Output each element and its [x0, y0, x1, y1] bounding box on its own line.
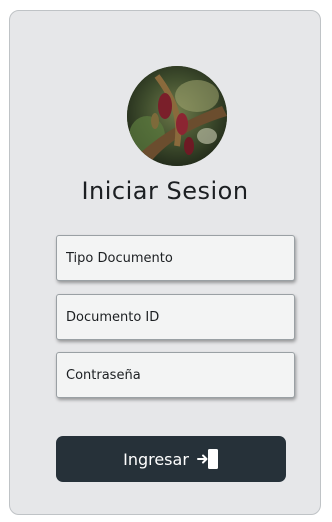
document-type-input[interactable] — [57, 236, 294, 280]
password-input[interactable] — [57, 353, 294, 397]
document-id-input[interactable] — [57, 295, 294, 339]
enter-door-icon — [196, 449, 218, 469]
login-button-label: Ingresar — [123, 449, 189, 469]
document-id-field[interactable] — [56, 294, 295, 340]
login-card: Iniciar Sesion Ingresar — [9, 10, 321, 515]
avatar-photo — [127, 66, 227, 166]
password-field[interactable] — [56, 352, 295, 398]
avatar — [127, 66, 227, 166]
page-title: Iniciar Sesion — [81, 177, 249, 205]
document-type-field[interactable] — [56, 235, 295, 281]
login-button[interactable]: Ingresar — [56, 436, 286, 482]
